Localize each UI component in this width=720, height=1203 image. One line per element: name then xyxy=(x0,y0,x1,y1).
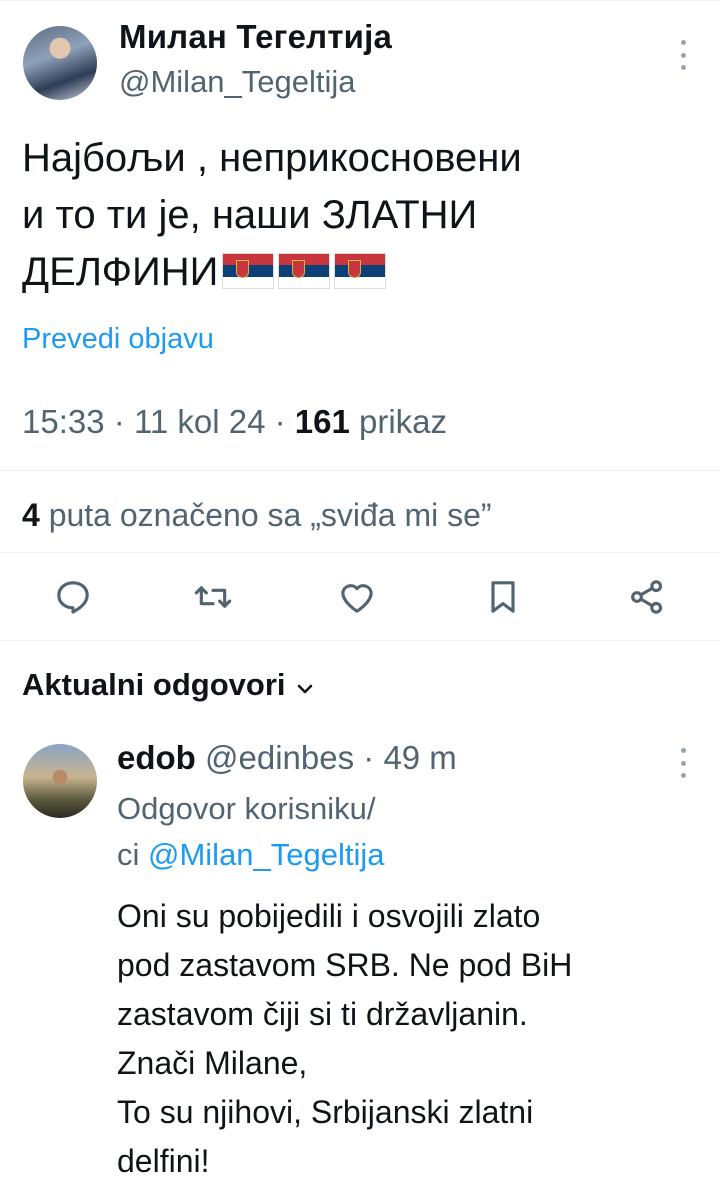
separator-dot: · xyxy=(113,403,134,440)
reply-age[interactable]: 49 m xyxy=(383,739,456,776)
reply-to: Odgovor korisniku/ ci @Milan_Tegeltija xyxy=(117,786,537,878)
serbia-flag-icon xyxy=(278,253,331,289)
likes-summary[interactable]: 4 puta označeno sa „sviđa mi se” xyxy=(22,497,492,534)
reply-author-name[interactable]: edob xyxy=(117,739,196,776)
reply-author-avatar[interactable] xyxy=(23,744,97,818)
reply-icon xyxy=(57,581,89,614)
bookmark-icon xyxy=(491,581,515,613)
reply-to-handle-link[interactable]: @Milan_Tegeltija xyxy=(148,837,385,872)
reply-author-handle[interactable]: @edinbes xyxy=(205,739,354,776)
reply-text-line: delfini! xyxy=(117,1143,210,1179)
tweet-meta: 15:33 · 11 kol 24 · 161 prikaz xyxy=(22,403,447,441)
replies-sort-dropdown[interactable]: Aktualni odgovori xyxy=(22,667,314,703)
divider xyxy=(0,470,720,471)
share-icon xyxy=(631,580,663,614)
author-handle[interactable]: @Milan_Tegeltija xyxy=(119,64,356,100)
replies-section-title: Aktualni odgovori xyxy=(22,667,286,702)
reply-to-line: ci @Milan_Tegeltija xyxy=(117,832,537,878)
reply-header: edob @edinbes · 49 m xyxy=(117,739,457,777)
reply-text-line: zastavom čiji si ti državljanin. xyxy=(117,996,528,1032)
reply-more-options-icon[interactable] xyxy=(679,748,687,778)
reply-text-line: To su njihovi, Srbijanski zlatni xyxy=(117,1094,534,1130)
author-avatar[interactable] xyxy=(23,26,97,100)
divider xyxy=(0,640,720,641)
reply-text-line: pod zastavom SRB. Ne pod BiH xyxy=(117,947,573,983)
reply-text: Oni su pobijedili i osvojili zlato pod z… xyxy=(117,892,707,1186)
tweet-text-line: и то ти је, наши ЗЛАТНИ xyxy=(22,193,478,237)
views-label: prikaz xyxy=(359,403,448,440)
retweet-icon xyxy=(194,586,232,608)
tweet-text-line: Најбољи , неприкосновени xyxy=(22,136,522,180)
reply-text-line: Znači Milane, xyxy=(117,1045,308,1081)
views-count: 161 xyxy=(294,403,350,440)
tweet-text-end: ДЕЛФИНИ xyxy=(22,250,219,294)
tweet-text: Најбољи , неприкосновени и то ти је, наш… xyxy=(22,130,662,301)
translate-link[interactable]: Prevedi objavu xyxy=(22,323,214,356)
share-button[interactable] xyxy=(624,574,670,620)
more-options-icon[interactable] xyxy=(679,40,687,70)
tweet-text-line: ДЕЛФИНИ xyxy=(22,244,662,301)
tweet-time[interactable]: 15:33 xyxy=(22,403,105,440)
reply-button[interactable] xyxy=(50,574,96,620)
chevron-down-icon xyxy=(297,684,312,694)
likes-label: puta označeno sa „sviđa mi se” xyxy=(48,497,492,533)
like-icon xyxy=(341,584,373,613)
top-divider xyxy=(0,0,720,1)
like-button[interactable] xyxy=(334,574,380,620)
divider xyxy=(0,552,720,553)
serbia-flag-icon xyxy=(222,253,275,289)
retweet-button[interactable] xyxy=(190,574,236,620)
author-name[interactable]: Милан Тегелтија xyxy=(119,18,392,56)
reply-to-prefix: ci xyxy=(117,837,148,872)
serbia-flag-icon xyxy=(334,253,387,289)
bookmark-button[interactable] xyxy=(480,574,526,620)
likes-count: 4 xyxy=(22,497,40,533)
reply-to-label: Odgovor korisniku/ xyxy=(117,791,376,826)
tweet-date[interactable]: 11 kol 24 xyxy=(134,403,265,440)
separator-dot: · xyxy=(274,403,295,440)
reply-text-line: Oni su pobijedili i osvojili zlato xyxy=(117,898,541,934)
separator-dot: · xyxy=(354,739,384,776)
